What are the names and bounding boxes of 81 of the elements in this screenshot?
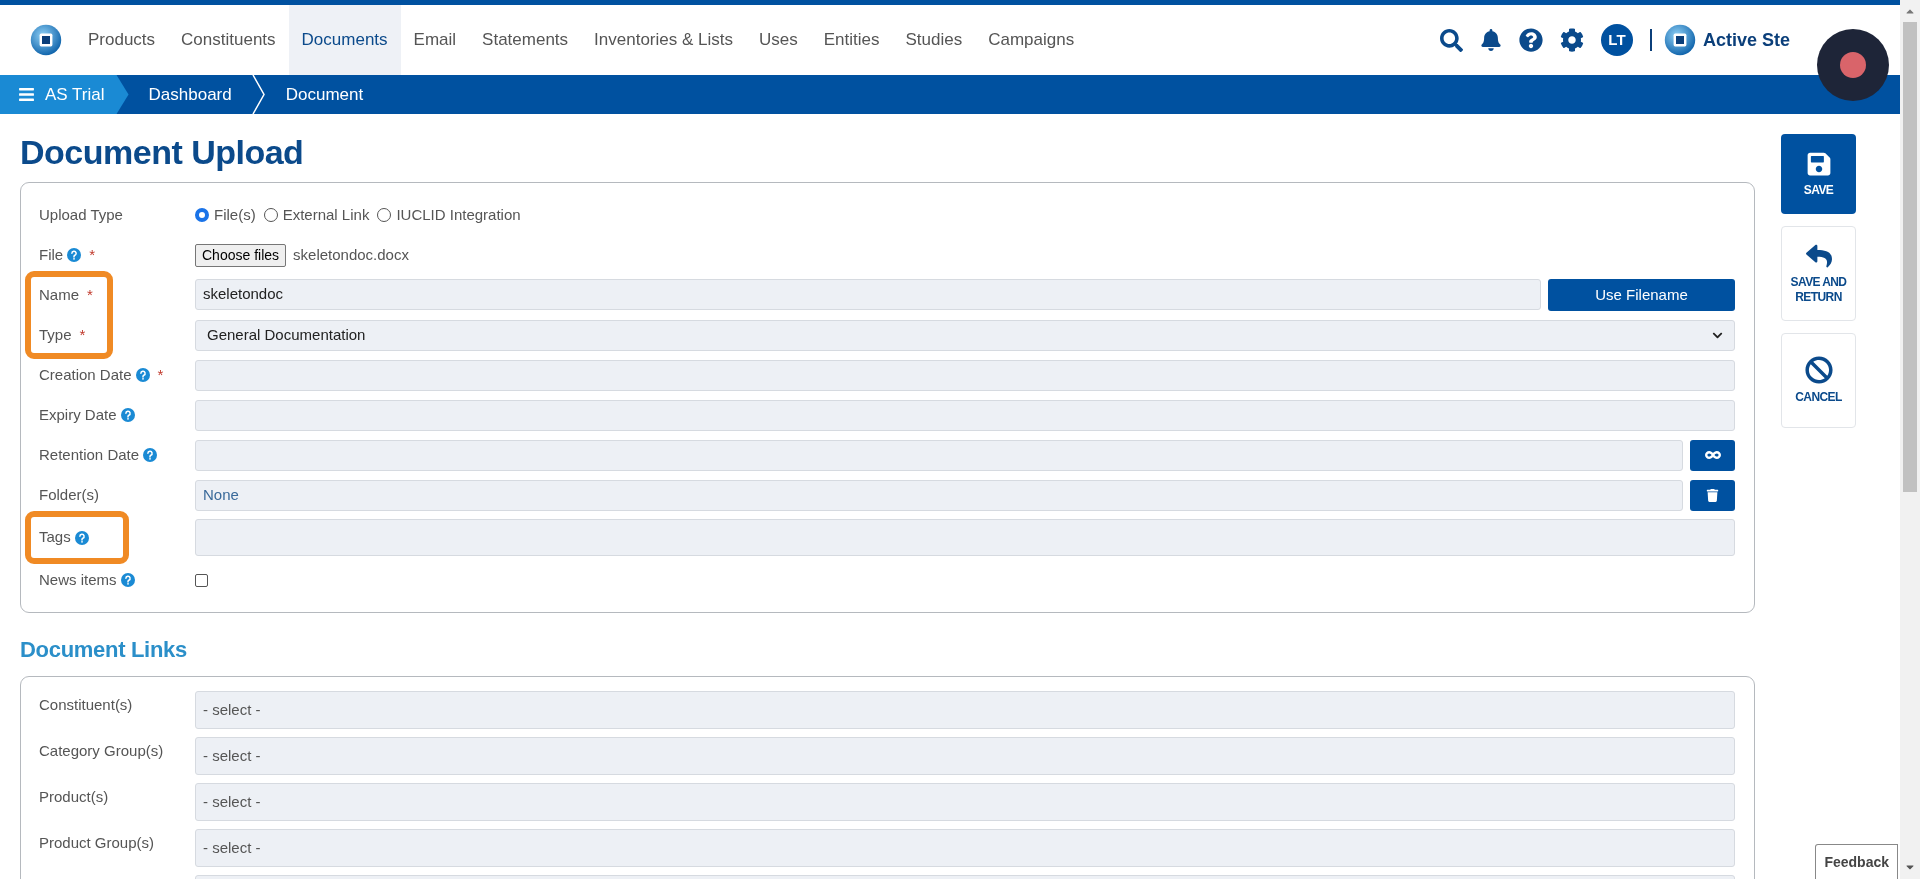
settings-icon[interactable] <box>1559 28 1584 52</box>
reply-arrow-icon <box>1805 242 1832 269</box>
nav-tab[interactable]: Documents <box>288 5 401 75</box>
field-label: Expiry Date <box>39 404 117 425</box>
notifications-icon[interactable] <box>1479 29 1502 51</box>
use-filename-button[interactable]: Use Filename <box>1548 279 1735 311</box>
help-icon[interactable] <box>120 573 135 587</box>
select-field[interactable]: - select - <box>195 829 1735 867</box>
radio-label: External Link <box>282 204 370 225</box>
feedback-tab[interactable]: Feedback <box>1815 844 1898 879</box>
page-title: Document Upload <box>20 132 305 172</box>
nav-tab[interactable]: Constituents <box>168 5 289 75</box>
file-name: skeletondoc.docx <box>293 244 409 265</box>
nav-tab[interactable]: Studies <box>892 5 976 75</box>
input-field[interactable] <box>195 439 1683 471</box>
radio-button[interactable] <box>195 208 209 222</box>
help-icon[interactable] <box>67 248 82 262</box>
help-icon[interactable] <box>1518 28 1543 52</box>
user-avatar[interactable]: LT <box>1600 24 1633 56</box>
cancel-icon <box>1804 356 1833 384</box>
save-icon <box>1805 150 1832 177</box>
trash-icon <box>1706 488 1719 502</box>
menu-icon <box>18 86 35 103</box>
radio-label: IUCLID Integration <box>396 204 521 225</box>
logo-icon <box>30 24 62 56</box>
help-icon[interactable] <box>120 408 135 422</box>
radio-button[interactable] <box>263 208 278 222</box>
breadcrumb-menu[interactable]: AS Trial <box>0 75 129 114</box>
nav-tab[interactable]: Campaigns <box>975 5 1088 75</box>
field-label: Retention Date <box>39 444 140 465</box>
field-label: Tags <box>39 527 71 548</box>
field-label: Upload Type <box>39 204 123 225</box>
field-action-button[interactable] <box>1690 479 1735 511</box>
nav-tab[interactable]: Entities <box>810 5 893 75</box>
help-icon[interactable] <box>143 448 158 462</box>
nav-tab[interactable]: Email <box>400 5 470 75</box>
field-label: Constituent(s) <box>39 696 133 713</box>
field-label: Category Group(s) <box>39 742 164 759</box>
nav-tab[interactable]: Products <box>75 5 169 75</box>
breadcrumb-link[interactable]: Dashboard <box>128 81 252 108</box>
field-action-button[interactable] <box>1690 439 1735 471</box>
logo-icon <box>1663 24 1696 56</box>
required-mark: * <box>89 244 95 265</box>
field-label: Creation Date <box>39 364 132 385</box>
field-label: Folder(s) <box>39 484 99 505</box>
field-label: Product Group(s) <box>39 834 155 851</box>
help-icon[interactable] <box>135 368 150 382</box>
field-label: File <box>39 244 64 265</box>
select-field[interactable]: - select - <box>195 783 1735 821</box>
radio-button[interactable] <box>377 208 392 222</box>
nav-tab[interactable]: Uses <box>746 5 811 75</box>
required-mark: * <box>157 364 164 385</box>
input-field[interactable] <box>195 519 1735 556</box>
action-button[interactable]: SAVE <box>1781 134 1856 214</box>
select-field[interactable]: - select - <box>195 737 1735 775</box>
checkbox[interactable] <box>195 573 208 587</box>
breadcrumb-link[interactable]: Document <box>265 81 384 108</box>
section-title: Document Links <box>20 636 188 664</box>
required-mark: * <box>87 284 93 305</box>
type-select[interactable]: General Documentation <box>195 319 1735 351</box>
field-label: Name <box>39 284 79 305</box>
field-label: News items <box>39 569 117 590</box>
input-field[interactable]: skeletondoc <box>195 279 1541 310</box>
select-field[interactable]: - select - <box>195 691 1735 729</box>
radio-label: File(s) <box>214 204 256 225</box>
search-icon[interactable] <box>1439 28 1463 52</box>
brand-name: Active Ste <box>1702 28 1790 52</box>
nav-tab[interactable]: Inventories & Lists <box>581 5 746 75</box>
help-icon[interactable] <box>74 530 89 545</box>
field-label: Type <box>39 324 72 345</box>
choose-files-button[interactable]: Choose files <box>195 243 287 267</box>
field-label: Product(s) <box>39 788 109 805</box>
input-field[interactable] <box>195 399 1735 431</box>
input-field[interactable]: None <box>195 479 1683 511</box>
required-mark: * <box>79 324 86 345</box>
input-field[interactable] <box>195 359 1735 391</box>
action-button[interactable]: SAVE AND RETURN <box>1781 226 1856 321</box>
scrollbar[interactable] <box>1900 0 1920 879</box>
nav-tab[interactable]: Statements <box>469 5 582 75</box>
scrollbar-thumb[interactable] <box>1903 22 1917 492</box>
action-button[interactable]: CANCEL <box>1781 333 1856 428</box>
